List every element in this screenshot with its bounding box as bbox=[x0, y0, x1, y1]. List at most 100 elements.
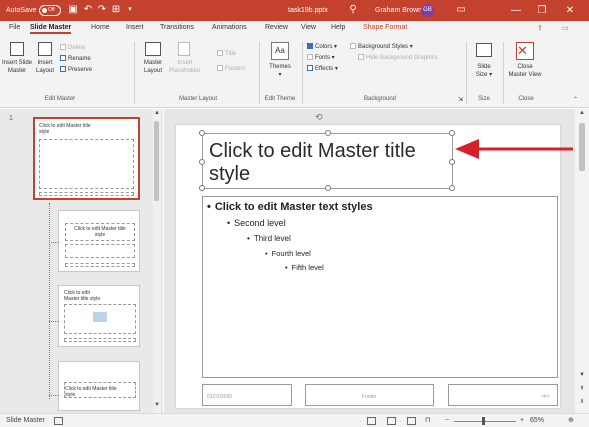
text-level-2[interactable]: • Second level bbox=[227, 218, 286, 228]
slide-size-button[interactable]: Slide Size ▾ bbox=[468, 63, 500, 79]
rename-button[interactable]: Rename bbox=[60, 55, 91, 63]
previous-slide-icon[interactable]: ⇞ bbox=[578, 385, 586, 393]
resize-handle[interactable] bbox=[199, 185, 205, 191]
tab-insert[interactable]: Insert bbox=[126, 24, 144, 31]
ribbon-tabs: File Slide Master Home Insert Transition… bbox=[0, 21, 589, 38]
zoom-in-button[interactable]: + bbox=[520, 416, 524, 426]
close-master-view-button[interactable]: Close Master View bbox=[504, 63, 546, 79]
next-slide-icon[interactable]: ⇟ bbox=[578, 398, 586, 406]
thumbnail-layout[interactable]: Click to edit Master title style bbox=[58, 210, 140, 272]
tab-home[interactable]: Home bbox=[91, 24, 110, 31]
search-icon[interactable]: ⚲ bbox=[347, 4, 359, 16]
insert-slide-master-line1: Insert Slide bbox=[1, 60, 32, 66]
scrollbar-thumb[interactable] bbox=[154, 121, 159, 201]
close-master-view-line2: Master View bbox=[508, 72, 542, 78]
user-name[interactable]: Graham Brown bbox=[375, 0, 422, 21]
effects-button[interactable]: Effects ▾ bbox=[307, 65, 338, 73]
autosave-toggle[interactable]: Off bbox=[39, 5, 61, 16]
tab-file[interactable]: File bbox=[9, 24, 20, 31]
master-layout-button[interactable]: Master Layout bbox=[138, 59, 168, 75]
tab-slide-master[interactable]: Slide Master bbox=[30, 24, 72, 34]
slide-sorter-icon[interactable] bbox=[387, 417, 396, 425]
customize-qat-icon[interactable]: ▾ bbox=[124, 4, 136, 16]
themes-button[interactable]: Themes ▾ bbox=[262, 63, 298, 79]
undo-icon[interactable]: ↶ bbox=[82, 4, 94, 16]
text-level-5-label: Fifth level bbox=[291, 263, 324, 272]
tab-transitions[interactable]: Transitions bbox=[160, 24, 194, 31]
tab-help[interactable]: Help bbox=[331, 24, 345, 31]
present-icon[interactable]: ⊞ bbox=[110, 4, 122, 16]
share-icon[interactable]: ⇪ bbox=[537, 24, 543, 32]
resize-handle[interactable] bbox=[449, 130, 455, 136]
slide-title-text[interactable]: Click to edit Master title style bbox=[209, 140, 449, 186]
zoom-slider[interactable] bbox=[454, 421, 516, 422]
themes-icon[interactable]: Aa bbox=[271, 42, 289, 60]
avatar[interactable]: GB bbox=[421, 4, 434, 17]
preserve-button[interactable]: Preserve bbox=[60, 66, 92, 74]
scrollbar-thumb[interactable] bbox=[579, 123, 585, 171]
colors-button[interactable]: Colors ▾ bbox=[307, 43, 337, 51]
tab-view[interactable]: View bbox=[301, 24, 316, 31]
restore-button[interactable]: ❐ bbox=[530, 0, 554, 21]
tab-shape-format[interactable]: Shape Format bbox=[363, 24, 407, 31]
save-icon[interactable]: ▣ bbox=[67, 4, 79, 16]
thumbnail-master[interactable]: Click to edit Master title style bbox=[33, 117, 140, 200]
insert-layout-button[interactable]: Insert Layout bbox=[33, 59, 57, 75]
resize-handle[interactable] bbox=[325, 130, 331, 136]
close-button[interactable]: ✕ bbox=[558, 0, 582, 21]
resize-handle[interactable] bbox=[325, 185, 331, 191]
close-master-view-icon[interactable]: ✕ bbox=[516, 42, 534, 60]
slideshow-icon[interactable]: ⊓ bbox=[425, 416, 430, 426]
collapse-ribbon-icon[interactable]: ⌃ bbox=[573, 96, 578, 104]
zoom-percent[interactable]: 65% bbox=[530, 416, 544, 426]
rotate-handle-icon[interactable]: ⟲ bbox=[315, 112, 325, 122]
tab-review[interactable]: Review bbox=[265, 24, 288, 31]
reading-view-icon[interactable] bbox=[407, 417, 416, 425]
body-placeholder[interactable]: • Click to edit Master text styles • Secon… bbox=[202, 196, 558, 378]
minimize-button[interactable]: — bbox=[504, 0, 528, 21]
text-level-4[interactable]: • Fourth level bbox=[265, 249, 311, 258]
thumbnail-layout[interactable]: Click to edit Master title style bbox=[58, 361, 140, 411]
delete-button: Delete bbox=[60, 44, 85, 52]
dialog-launcher-icon[interactable]: ⇲ bbox=[458, 96, 463, 104]
comments-icon[interactable]: ▭ bbox=[562, 24, 569, 32]
layout-connector bbox=[49, 395, 58, 396]
background-styles-label: Background Styles bbox=[358, 44, 409, 50]
tab-animations[interactable]: Animations bbox=[212, 24, 247, 31]
vertical-scrollbar[interactable]: ▲ ▼ ⇞ ⇟ bbox=[575, 109, 589, 413]
redo-icon[interactable]: ↷ bbox=[96, 4, 108, 16]
scroll-down-icon[interactable]: ▼ bbox=[578, 371, 586, 379]
insert-layout-icon[interactable] bbox=[38, 42, 52, 56]
ribbon-display-icon[interactable]: ▭ bbox=[455, 4, 467, 16]
group-label-background: Background bbox=[363, 96, 397, 102]
fit-slide-icon[interactable]: ⊕ bbox=[568, 416, 574, 426]
resize-handle[interactable] bbox=[449, 185, 455, 191]
resize-handle[interactable] bbox=[199, 159, 205, 165]
scroll-up-icon[interactable]: ▲ bbox=[578, 109, 586, 117]
thumbnail-layout[interactable]: Click to edit Master title style bbox=[58, 285, 140, 347]
scroll-up-icon[interactable]: ▲ bbox=[153, 109, 161, 117]
slide-size-icon[interactable] bbox=[476, 43, 492, 57]
text-level-5[interactable]: • Fifth level bbox=[285, 263, 324, 272]
colors-icon bbox=[307, 43, 313, 50]
fonts-button[interactable]: Fonts ▾ bbox=[307, 54, 335, 62]
thumbnail-body bbox=[39, 139, 134, 189]
background-styles-button[interactable]: Background Styles ▾ bbox=[350, 43, 413, 51]
text-level-3[interactable]: • Third level bbox=[247, 234, 291, 243]
scroll-down-icon[interactable]: ▼ bbox=[153, 401, 161, 409]
footer-placeholder[interactable]: Footer bbox=[305, 384, 434, 406]
slide-number-placeholder[interactable]: <#> bbox=[448, 384, 558, 406]
zoom-out-button[interactable]: − bbox=[445, 416, 449, 426]
accessibility-icon[interactable] bbox=[54, 417, 63, 425]
date-placeholder[interactable]: 01/01/2020 bbox=[202, 384, 292, 406]
thumbnail-scrollbar[interactable]: ▲ ▼ bbox=[153, 109, 161, 413]
text-level-1[interactable]: • Click to edit Master text styles bbox=[207, 201, 373, 213]
insert-slide-master-line2: Master bbox=[7, 68, 27, 74]
master-layout-icon[interactable] bbox=[145, 42, 161, 56]
normal-view-icon[interactable] bbox=[367, 417, 376, 425]
zoom-slider-handle[interactable] bbox=[482, 417, 485, 425]
resize-handle[interactable] bbox=[199, 130, 205, 136]
insert-slide-master-button[interactable]: Insert Slide Master bbox=[0, 59, 34, 75]
title-placeholder[interactable]: Click to edit Master title style bbox=[199, 130, 455, 191]
insert-slide-master-icon[interactable] bbox=[10, 42, 24, 56]
